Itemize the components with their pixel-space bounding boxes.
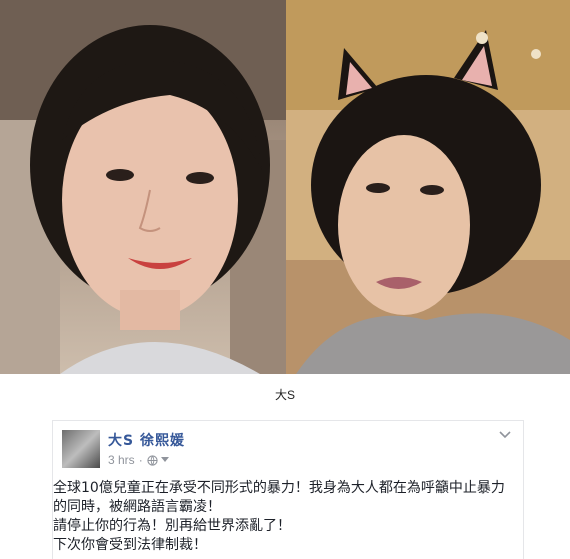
avatar[interactable] [62, 430, 100, 468]
globe-icon[interactable] [147, 454, 158, 466]
photo-right[interactable] [286, 0, 570, 374]
post-line: 請停止你的行為！別再給世界添亂了！ [53, 518, 291, 534]
post-meta: 3 hrs · [108, 453, 169, 467]
photo-collage [0, 0, 570, 374]
photo-caption: 大S [274, 388, 295, 402]
post-line: 全球10億兒童正在承受不同形式的暴力！我身為大人都在為呼籲中止暴力 [53, 480, 505, 496]
post-text: 全球10億兒童正在承受不同形式的暴力！我身為大人都在為呼籲中止暴力 的同時，被網… [53, 479, 525, 555]
chevron-down-icon[interactable] [499, 431, 511, 439]
post-line: 的同時，被網路語言霸凌！ [53, 499, 221, 515]
author-name[interactable]: 大S 徐熙媛 [108, 430, 185, 450]
post-line: 下次你會受到法律制裁！ [53, 537, 207, 553]
audience-chevron-icon[interactable] [160, 457, 169, 463]
meta-separator: · [138, 453, 143, 467]
post-time[interactable]: 3 hrs [108, 453, 135, 467]
facebook-post: 大S 徐熙媛 3 hrs · 全球10億兒童正在承受不同形式的暴力！我身為大人都… [52, 420, 524, 559]
photo-left[interactable] [0, 0, 286, 374]
